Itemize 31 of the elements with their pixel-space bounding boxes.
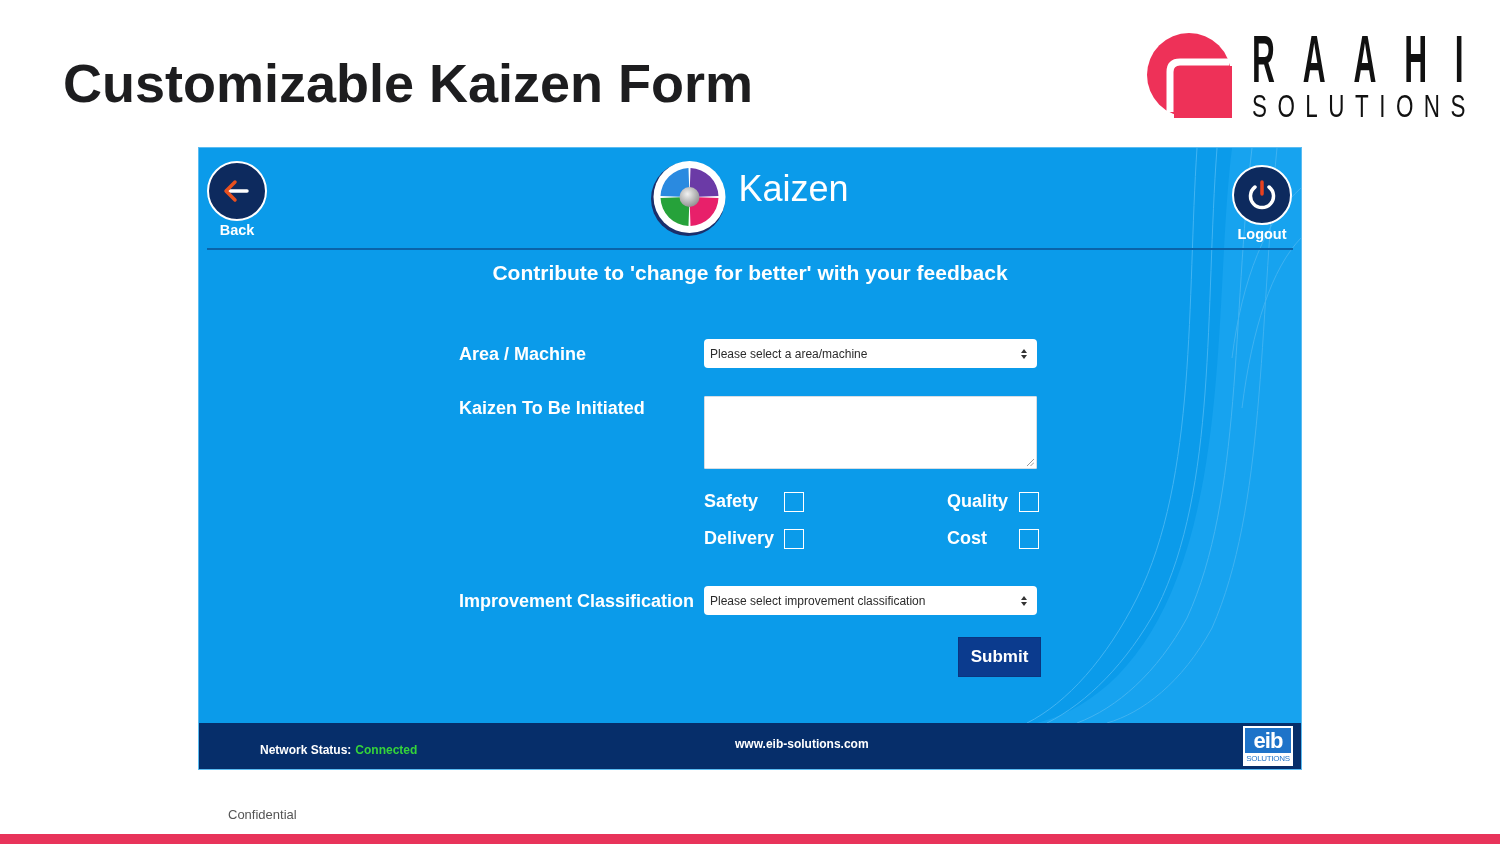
select-arrows-icon <box>1021 348 1027 359</box>
slide-title: Customizable Kaizen Form <box>63 56 754 110</box>
website-link[interactable]: www.eib-solutions.com <box>735 736 869 751</box>
circle-logo-icon <box>1146 32 1232 118</box>
field-label: Improvement Classification <box>459 589 695 612</box>
field-label: Area / Machine <box>459 342 587 365</box>
power-icon <box>1232 165 1292 225</box>
checkbox[interactable] <box>784 492 804 512</box>
select-field[interactable]: Please select improvement classification <box>704 586 1037 615</box>
checkbox-label: Safety <box>704 490 760 511</box>
checkbox-label: Delivery <box>704 527 776 548</box>
network-status-value: Connected <box>355 742 418 757</box>
cycle-wheel-icon <box>651 160 728 236</box>
form-subtitle: Contribute to 'change for better' with your feedback <box>492 261 1008 285</box>
select-field[interactable]: Please select a area/machine <box>704 339 1037 368</box>
checkbox-label: Quality <box>947 490 1009 511</box>
checkbox-label: Cost <box>947 527 988 548</box>
submit-button[interactable]: Submit <box>958 637 1041 677</box>
checkbox[interactable] <box>784 529 804 549</box>
logo-tagline: SOLUTIONS <box>1245 753 1291 764</box>
app-title: Kaizen <box>738 169 849 209</box>
brand-name: RAAHI <box>1252 26 1492 92</box>
resize-grip-icon <box>1027 459 1034 466</box>
checkbox[interactable] <box>1019 492 1039 512</box>
field-label: Kaizen To Be Initiated <box>459 397 645 419</box>
logo-wordmark: eib <box>1253 728 1283 753</box>
checkbox[interactable] <box>1019 529 1039 549</box>
confidential-note: Confidential <box>228 807 297 822</box>
select-arrows-icon <box>1021 595 1027 606</box>
brand-tagline: SOLUTIONS <box>1252 90 1476 122</box>
network-status-label: Network Status: <box>260 742 352 757</box>
